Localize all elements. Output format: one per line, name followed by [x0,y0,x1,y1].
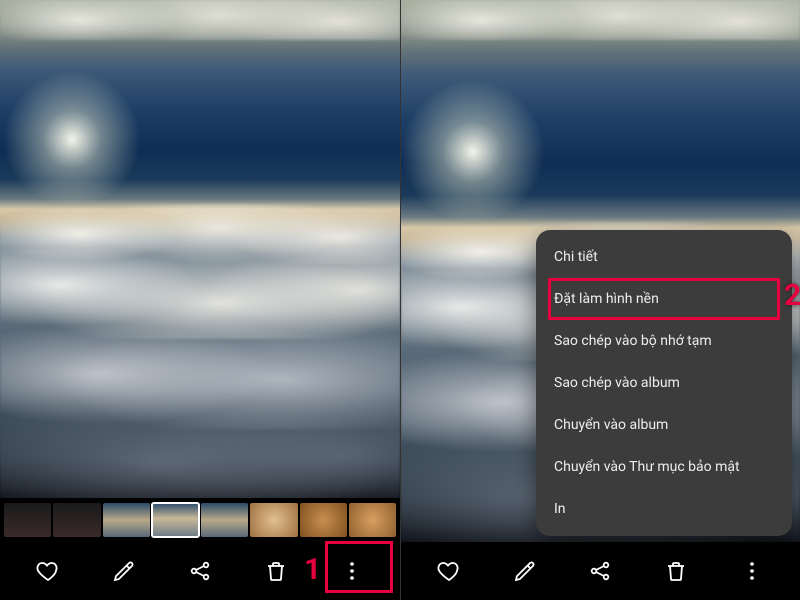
menu-item-copy-album[interactable]: Sao chép vào album [536,362,792,404]
action-bar [401,542,800,600]
photo-content-clouds [0,0,400,498]
menu-item-set-wallpaper[interactable]: Đặt làm hình nền [536,278,792,320]
pencil-icon [513,559,537,583]
heart-icon [36,559,60,583]
thumbnail[interactable] [300,503,347,537]
thumbnail[interactable] [349,503,396,537]
thumbnail[interactable] [250,503,297,537]
menu-item-move-secure[interactable]: Chuyển vào Thư mục bảo mật [536,446,792,488]
edit-button[interactable] [501,549,549,593]
action-bar [0,542,400,600]
share-icon [188,559,212,583]
heart-icon [437,559,461,583]
more-vertical-icon [740,559,764,583]
photo-viewer[interactable] [0,0,400,498]
pencil-icon [112,559,136,583]
right-screenshot: Chi tiết Đặt làm hình nền Sao chép vào b… [400,0,800,600]
left-screenshot [0,0,400,600]
favorite-button[interactable] [425,549,473,593]
share-icon [588,559,612,583]
thumbnail[interactable] [4,503,51,537]
edit-button[interactable] [100,549,148,593]
share-button[interactable] [576,549,624,593]
favorite-button[interactable] [24,549,72,593]
share-button[interactable] [176,549,224,593]
more-button[interactable] [728,549,776,593]
thumbnail[interactable] [53,503,100,537]
menu-item-print[interactable]: In [536,488,792,530]
trash-icon [664,559,688,583]
more-vertical-icon [340,559,364,583]
context-menu: Chi tiết Đặt làm hình nền Sao chép vào b… [536,230,792,536]
menu-item-move-album[interactable]: Chuyển vào album [536,404,792,446]
more-button[interactable] [328,549,376,593]
thumbnail-selected[interactable] [152,503,199,537]
delete-button[interactable] [252,549,300,593]
photo-viewer[interactable]: Chi tiết Đặt làm hình nền Sao chép vào b… [401,0,800,542]
menu-item-details[interactable]: Chi tiết [536,236,792,278]
thumbnail-strip[interactable] [0,498,400,542]
delete-button[interactable] [652,549,700,593]
thumbnail[interactable] [103,503,150,537]
menu-item-copy-clipboard[interactable]: Sao chép vào bộ nhớ tạm [536,320,792,362]
trash-icon [264,559,288,583]
thumbnail[interactable] [201,503,248,537]
